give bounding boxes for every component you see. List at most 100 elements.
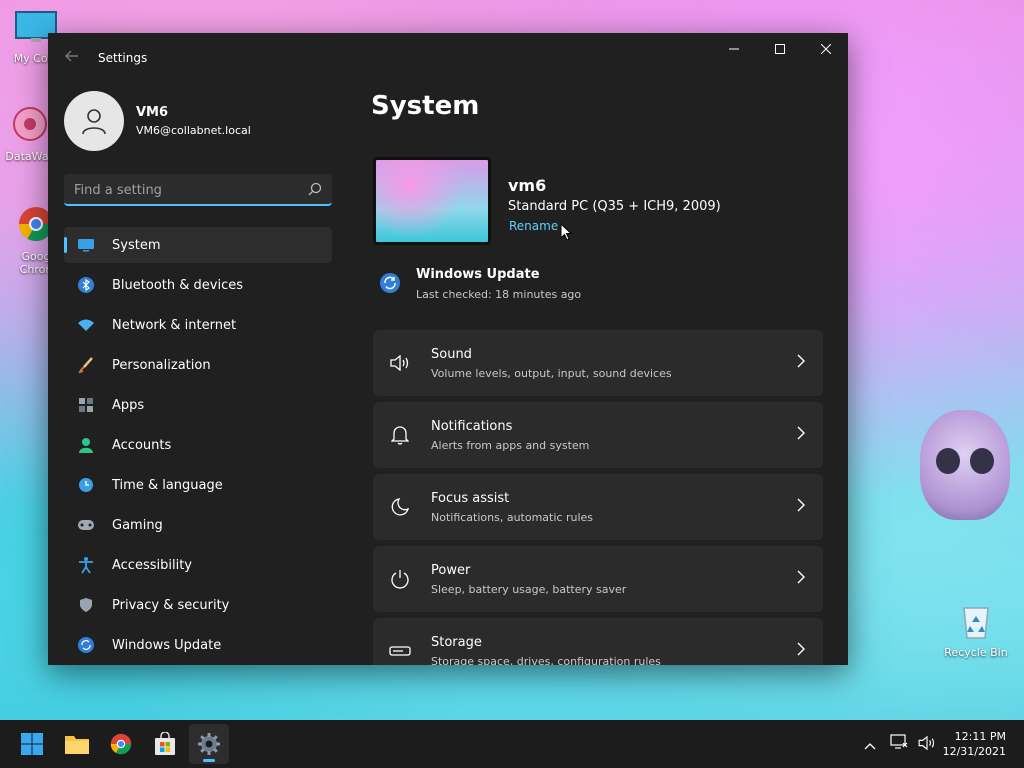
wifi-icon (76, 315, 96, 335)
maximize-icon (775, 44, 785, 54)
speaker-icon (918, 735, 935, 750)
maximize-button[interactable] (757, 33, 803, 65)
sidebar-item-label: Gaming (112, 517, 163, 533)
sidebar-item-time-language[interactable]: Time & language (64, 467, 332, 503)
windows-update-subtitle: Last checked: 18 minutes ago (416, 288, 582, 301)
card-subtitle: Alerts from apps and system (431, 439, 590, 452)
sidebar-item-label: Bluetooth & devices (112, 277, 243, 293)
sidebar-item-windows-update[interactable]: Windows Update (64, 627, 332, 663)
globe-clock-icon (76, 475, 96, 495)
minimize-icon (729, 48, 739, 50)
moon-icon (389, 496, 411, 518)
search-input[interactable] (74, 180, 294, 200)
chevron-right-icon (797, 498, 805, 512)
card-title: Focus assist (431, 491, 510, 506)
gamepad-icon (76, 515, 96, 535)
sidebar-item-network-internet[interactable]: Network & internet (64, 307, 332, 343)
card-title: Sound (431, 347, 472, 362)
chevron-right-icon (797, 354, 805, 368)
sidebar-item-apps[interactable]: Apps (64, 387, 332, 423)
card-storage[interactable]: Storage Storage space, drives, configura… (373, 618, 823, 665)
device-spec: Standard PC (Q35 + ICH9, 2009) (508, 199, 721, 214)
desktop-icon-recycle-bin[interactable]: Recycle Bin (944, 600, 1008, 659)
sidebar-item-privacy-security[interactable]: Privacy & security (64, 587, 332, 623)
chevron-right-icon (797, 642, 805, 656)
sidebar-item-gaming[interactable]: Gaming (64, 507, 332, 543)
close-button[interactable] (803, 33, 848, 65)
card-subtitle: Volume levels, output, input, sound devi… (431, 367, 672, 380)
card-power[interactable]: Power Sleep, battery usage, battery save… (373, 546, 823, 612)
settings-icon (198, 733, 220, 755)
card-sound[interactable]: Sound Volume levels, output, input, soun… (373, 330, 823, 396)
card-title: Storage (431, 635, 482, 650)
chrome-icon (110, 733, 132, 755)
device-name: vm6 (508, 176, 547, 195)
search-icon (308, 182, 322, 196)
chevron-right-icon (797, 426, 805, 440)
close-icon (821, 44, 831, 54)
taskbar-clock[interactable]: 12:11 PM 12/31/2021 (943, 729, 1006, 759)
window-title: Settings (98, 51, 148, 65)
taskbar-settings[interactable] (189, 724, 229, 764)
wallpaper-skull (920, 410, 1010, 520)
system-tray (864, 734, 936, 754)
taskbar-file-explorer[interactable] (57, 724, 97, 764)
device-wallpaper-thumbnail[interactable] (373, 157, 491, 245)
card-focus-assist[interactable]: Focus assist Notifications, automatic ru… (373, 474, 823, 540)
card-subtitle: Notifications, automatic rules (431, 511, 594, 524)
card-title: Power (431, 563, 471, 578)
user-email: VM6@collabnet.local (136, 124, 251, 137)
sidebar-nav: System Bluetooth & devices Network & int… (64, 227, 332, 665)
sidebar-item-label: Network & internet (112, 317, 237, 333)
taskbar-store[interactable] (145, 724, 185, 764)
sidebar-item-accessibility[interactable]: Accessibility (64, 547, 332, 583)
windows-update-title[interactable]: Windows Update (416, 267, 540, 282)
show-hidden-icons-button[interactable] (864, 735, 876, 754)
clock-time: 12:11 PM (954, 730, 1006, 743)
network-status-button[interactable] (890, 734, 908, 754)
page-title: System (371, 91, 480, 121)
chevron-right-icon (797, 570, 805, 584)
update-icon (380, 273, 400, 293)
sidebar-item-personalization[interactable]: Personalization (64, 347, 332, 383)
file-explorer-icon (65, 736, 89, 754)
back-button[interactable] (60, 47, 84, 67)
volume-button[interactable] (918, 735, 936, 754)
mouse-cursor-icon (560, 223, 572, 241)
sidebar-item-accounts[interactable]: Accounts (64, 427, 332, 463)
settings-card-list: Sound Volume levels, output, input, soun… (373, 330, 823, 665)
speaker-icon (389, 352, 411, 374)
minimize-button[interactable] (711, 33, 757, 65)
windows-update-status[interactable] (379, 272, 401, 298)
sidebar-item-label: System (112, 237, 161, 253)
storage-icon (389, 640, 411, 662)
recycle-bin-icon (944, 600, 1008, 643)
power-icon (389, 568, 411, 590)
start-icon (21, 733, 43, 755)
card-notifications[interactable]: Notifications Alerts from apps and syste… (373, 402, 823, 468)
sidebar-item-label: Privacy & security (112, 597, 230, 613)
store-icon (155, 732, 175, 755)
sidebar-item-label: Accounts (112, 437, 172, 453)
card-title: Notifications (431, 419, 513, 434)
shield-icon (76, 595, 96, 615)
title-bar[interactable]: Settings (48, 33, 848, 81)
search-box[interactable] (64, 174, 332, 206)
brush-icon (76, 355, 96, 375)
bluetooth-icon (76, 275, 96, 295)
back-arrow-icon (65, 50, 78, 62)
card-subtitle: Sleep, battery usage, battery saver (431, 583, 627, 596)
card-subtitle: Storage space, drives, configuration rul… (431, 655, 661, 665)
desktop-icon-label: Recycle Bin (944, 646, 1008, 659)
chevron-up-icon (864, 742, 876, 749)
sidebar-item-system[interactable]: System (64, 227, 332, 263)
avatar (64, 91, 124, 151)
accessibility-icon (76, 555, 96, 575)
person-icon (76, 435, 96, 455)
sidebar-item-label: Time & language (112, 477, 223, 493)
taskbar-chrome[interactable] (101, 724, 141, 764)
start-button[interactable] (12, 724, 52, 764)
rename-link[interactable]: Rename (509, 219, 558, 233)
sidebar-item-bluetooth-devices[interactable]: Bluetooth & devices (64, 267, 332, 303)
update-icon (76, 635, 96, 655)
